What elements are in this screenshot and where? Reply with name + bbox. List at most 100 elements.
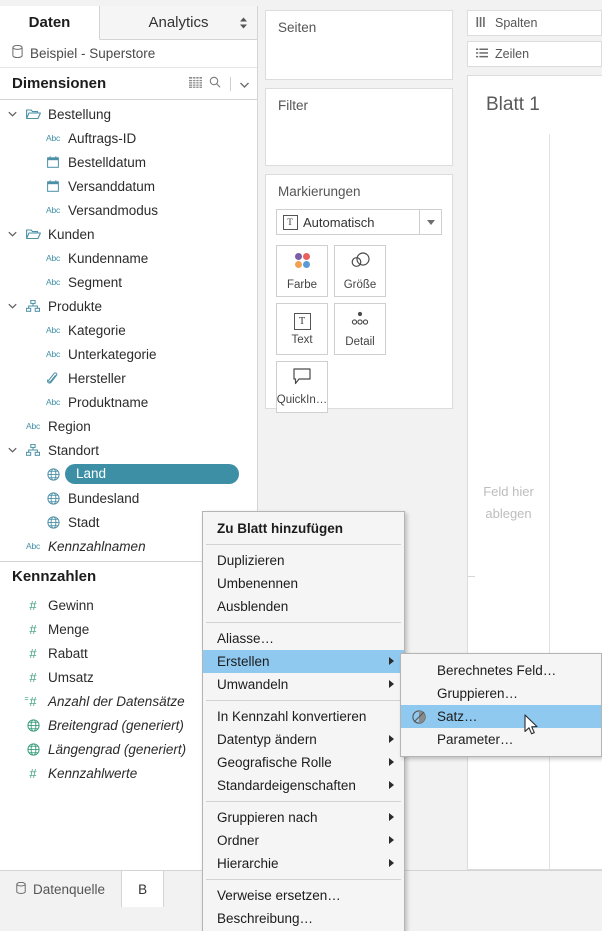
dimension-row[interactable]: Bundesland xyxy=(0,486,257,510)
abc-icon: Abc xyxy=(45,349,61,359)
menu-item[interactable]: Umbenennen xyxy=(203,572,404,595)
text-box-icon: T xyxy=(293,312,311,330)
submenu-item-label: Parameter… xyxy=(437,732,514,747)
chevron-down-icon[interactable] xyxy=(6,109,18,119)
dimension-row-selected[interactable]: Land xyxy=(0,462,257,486)
marks-button-quickinfo[interactable]: QuickIn… xyxy=(276,361,328,413)
menu-item[interactable]: Aliasse… xyxy=(203,627,404,650)
menu-item[interactable]: Erstellen xyxy=(203,650,404,673)
dimension-label: Kennzahlnamen xyxy=(48,538,146,554)
menu-separator xyxy=(206,544,401,545)
chevron-right-icon xyxy=(389,835,396,846)
icon-slot xyxy=(44,467,62,481)
chevron-down-icon[interactable] xyxy=(240,75,249,93)
menu-item[interactable]: Verweise ersetzen… xyxy=(203,884,404,907)
icon-slot xyxy=(24,718,42,732)
context-menu[interactable]: Zu Blatt hinzufügen Duplizieren Umbenennen… xyxy=(202,511,405,931)
marks-button-farbe[interactable]: Farbe xyxy=(276,245,328,297)
tab-analytics[interactable]: Analytics xyxy=(100,6,257,39)
chevron-down-icon[interactable] xyxy=(6,301,18,311)
bottom-tab-datenquelle[interactable]: Datenquelle xyxy=(0,871,123,907)
marks-button-groesse[interactable]: Größe xyxy=(334,245,386,297)
icon-slot xyxy=(24,300,42,312)
dimension-row[interactable]: Bestelldatum xyxy=(0,150,257,174)
abc-icon: Abc xyxy=(45,277,61,287)
dimension-row[interactable]: Versanddatum xyxy=(0,174,257,198)
dimension-label: Hersteller xyxy=(68,370,126,386)
dimension-row[interactable]: Abc Unterkategorie xyxy=(0,342,257,366)
rows-shelf[interactable]: Zeilen xyxy=(467,41,602,67)
pages-shelf[interactable]: Seiten xyxy=(265,10,453,80)
submenu-item[interactable]: Gruppieren… xyxy=(401,682,601,705)
marks-button-text[interactable]: T Text xyxy=(276,303,328,355)
dimension-row[interactable]: Abc Produktname xyxy=(0,390,257,414)
spinner-icon[interactable] xyxy=(240,17,247,28)
dimension-label: Produktname xyxy=(68,394,149,410)
menu-separator xyxy=(206,879,401,880)
columns-shelf[interactable]: Spalten xyxy=(467,10,602,36)
submenu-item[interactable]: Berechnetes Feld… xyxy=(401,659,601,682)
menu-item[interactable]: Gruppieren nach xyxy=(203,806,404,829)
menu-item[interactable]: Hierarchie xyxy=(203,852,404,875)
dimension-row[interactable]: Abc Segment xyxy=(0,270,257,294)
menu-item[interactable]: Datentyp ändern xyxy=(203,728,404,751)
measure-label: Breitengrad (generiert) xyxy=(48,717,184,733)
size-circles-icon xyxy=(350,251,371,275)
menu-item[interactable]: Duplizieren xyxy=(203,549,404,572)
marks-button-detail[interactable]: Detail xyxy=(334,303,386,355)
menu-item-label: Beschreibung… xyxy=(217,911,314,926)
number-icon: # xyxy=(29,765,37,781)
grid-view-icon[interactable] xyxy=(189,75,202,93)
menu-item[interactable]: Ordner xyxy=(203,829,404,852)
menu-item[interactable]: Standardeigenschaften xyxy=(203,774,404,797)
dimension-label: Kunden xyxy=(48,226,95,242)
menu-item-label: Gruppieren nach xyxy=(217,810,318,825)
icon-slot xyxy=(44,515,62,529)
dimension-row[interactable]: Abc Auftrags-ID xyxy=(0,126,257,150)
bottom-tab-label: Datenquelle xyxy=(33,881,106,897)
chevron-right-icon xyxy=(389,757,396,768)
dimension-row[interactable]: Produkte xyxy=(0,294,257,318)
context-submenu-erstellen[interactable]: Berechnetes Feld… Gruppieren… Satz… Paramet… xyxy=(400,653,602,757)
number-icon: # xyxy=(29,645,37,661)
filters-shelf[interactable]: Filter xyxy=(265,88,453,166)
menu-item[interactable]: Umwandeln xyxy=(203,673,404,696)
chevron-down-icon[interactable] xyxy=(6,229,18,239)
globe-measure-icon xyxy=(26,718,40,732)
menu-item[interactable]: Ausblenden xyxy=(203,595,404,618)
menu-item[interactable]: In Kennzahl konvertieren xyxy=(203,705,404,728)
tab-daten[interactable]: Daten xyxy=(0,6,100,40)
dimension-label: Unterkategorie xyxy=(68,346,157,362)
chevron-down-icon[interactable] xyxy=(419,210,441,234)
globe-icon xyxy=(46,491,60,505)
tab-daten-label: Daten xyxy=(28,14,71,31)
dimension-row[interactable]: Abc Kundenname xyxy=(0,246,257,270)
menu-item[interactable]: Geografische Rolle xyxy=(203,751,404,774)
search-icon[interactable] xyxy=(209,75,221,93)
dimension-row[interactable]: Abc Versandmodus xyxy=(0,198,257,222)
dimension-row[interactable]: Standort xyxy=(0,438,257,462)
dimensions-header: Dimensionen xyxy=(0,68,257,100)
dimension-row[interactable]: Abc Region xyxy=(0,414,257,438)
mark-type-value: Automatisch xyxy=(303,214,375,230)
dimension-row[interactable]: Hersteller xyxy=(0,366,257,390)
dimension-row[interactable]: Abc Kategorie xyxy=(0,318,257,342)
mark-type-dropdown[interactable]: T Automatisch xyxy=(276,209,442,235)
globe-icon xyxy=(46,515,60,529)
submenu-item[interactable]: Satz… xyxy=(401,705,601,728)
measure-label: Anzahl der Datensätze xyxy=(48,693,185,709)
icon-slot xyxy=(44,491,62,505)
folder-icon xyxy=(25,108,41,120)
menu-separator xyxy=(206,801,401,802)
submenu-item[interactable]: Parameter… xyxy=(401,728,601,751)
menu-item[interactable]: Beschreibung… xyxy=(203,907,404,930)
icon-slot: # xyxy=(24,767,42,780)
datasource-row[interactable]: Beispiel - Superstore xyxy=(0,40,257,68)
dimension-row[interactable]: Bestellung xyxy=(0,102,257,126)
dimension-row[interactable]: Kunden xyxy=(0,222,257,246)
chevron-down-icon[interactable] xyxy=(6,445,18,455)
data-pane-tabs: Daten Analytics xyxy=(0,6,257,40)
icon-slot xyxy=(24,228,42,240)
menu-item[interactable]: Zu Blatt hinzufügen xyxy=(203,517,404,540)
bottom-tab-blatt1[interactable]: B xyxy=(122,871,165,907)
